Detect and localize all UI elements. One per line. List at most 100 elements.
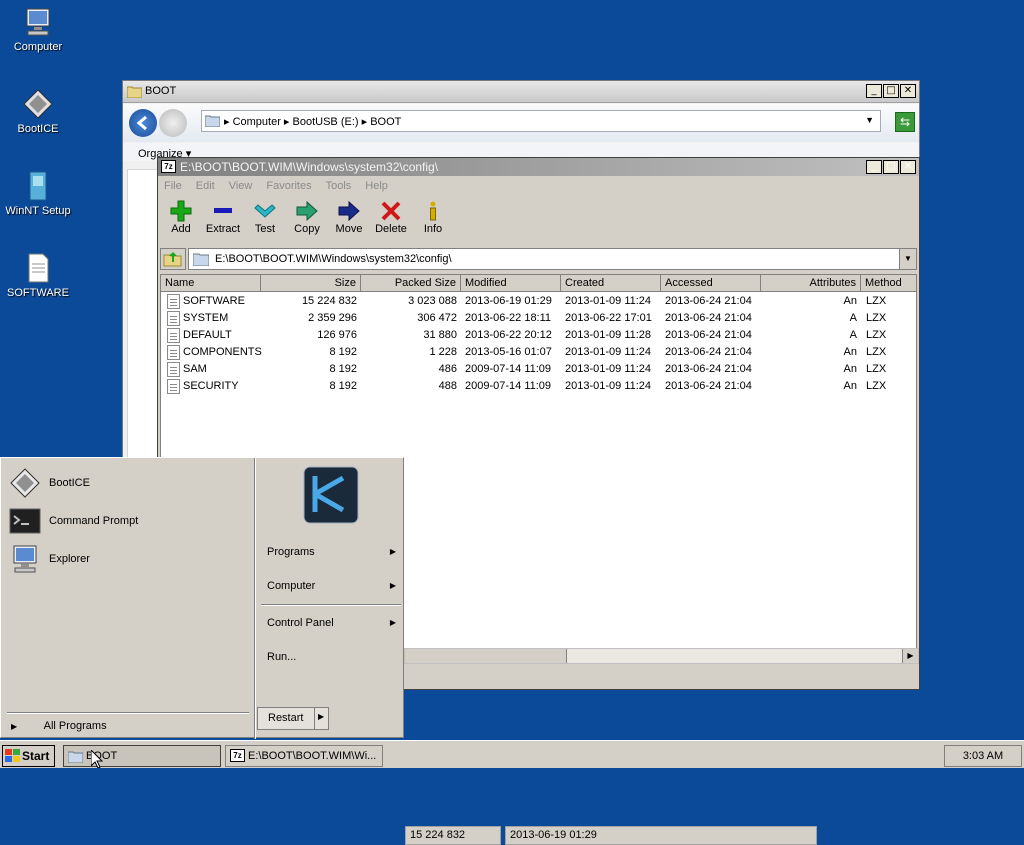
cell-packed: 3 023 088 [408, 295, 457, 307]
breadcrumb-item[interactable]: BootUSB (E:) [293, 116, 359, 128]
cell-attributes: An [843, 363, 857, 375]
column-header-attributes[interactable]: Attributes [761, 275, 861, 292]
sevenzip-toolbar: Add Extract Test Copy Move Delete Info [158, 198, 919, 242]
desktop-icon-bootice[interactable]: BootICE [0, 88, 76, 135]
start-item-programs[interactable]: Programs ▶ [267, 542, 402, 562]
cell-accessed: 2013-06-24 21:04 [665, 380, 752, 392]
add-label: Add [171, 223, 191, 235]
desktop-icon-label: BootICE [17, 123, 59, 135]
taskbar-button-boot[interactable]: BOOT [63, 745, 221, 767]
cell-modified: 2009-07-14 11:09 [465, 380, 552, 392]
cell-name: SYSTEM [183, 312, 229, 324]
extract-button[interactable]: Extract [202, 198, 244, 242]
cell-created: 2013-01-09 11:28 [565, 329, 652, 341]
explorer-address-bar[interactable]: ▸ Computer ▸ BootUSB (E:) ▸ BOOT ▼ [201, 110, 881, 132]
start-item-command-prompt[interactable]: Command Prompt [9, 504, 138, 538]
column-header-created[interactable]: Created [561, 275, 661, 292]
divider [254, 458, 256, 739]
cell-size: 8 192 [329, 363, 357, 375]
menu-file[interactable]: File [164, 177, 182, 195]
move-label: Move [335, 223, 363, 235]
sevenzip-path-input[interactable]: E:\BOOT\BOOT.WIM\Windows\system32\config… [188, 248, 917, 270]
maximize-button[interactable]: □ [883, 84, 899, 98]
start-item-control-panel[interactable]: Control Panel ▶ [267, 613, 402, 633]
cell-size: 15 224 832 [301, 295, 357, 307]
explorer-titlebar[interactable]: BOOT _ □ ✕ [123, 81, 919, 103]
chevron-down-icon[interactable]: ▼ [865, 115, 874, 125]
test-button[interactable]: Test [244, 198, 286, 242]
start-button[interactable]: Start [2, 745, 55, 767]
menu-favorites[interactable]: Favorites [266, 177, 311, 195]
desktop-icon-computer[interactable]: Computer [0, 6, 76, 53]
taskbar-button-sevenzip[interactable]: 7z E:\BOOT\BOOT.WIM\Wi... [225, 745, 383, 767]
column-header-name[interactable]: Name [161, 275, 261, 292]
cell-method: LZX [866, 380, 887, 392]
maximize-button[interactable]: □ [883, 160, 899, 174]
close-button[interactable]: ✕ [900, 84, 916, 98]
start-menu-right: Programs ▶ Computer ▶ Control Panel ▶ Ru… [257, 458, 404, 739]
delete-button[interactable]: Delete [370, 198, 412, 242]
delete-label: Delete [375, 223, 407, 235]
info-button[interactable]: Info [412, 198, 454, 242]
scroll-right-button[interactable]: ▶ [902, 649, 918, 663]
column-header-method[interactable]: Method [861, 275, 916, 292]
chevron-right-icon[interactable]: ▶ [318, 712, 324, 721]
sevenzip-titlebar[interactable]: 7z E:\BOOT\BOOT.WIM\Windows\system32\con… [158, 158, 919, 176]
copy-button[interactable]: Copy [286, 198, 328, 242]
refresh-button[interactable]: ⇆ [895, 112, 915, 132]
menu-tools[interactable]: Tools [326, 177, 352, 195]
column-header-modified[interactable]: Modified [461, 275, 561, 292]
cell-method: LZX [866, 329, 887, 341]
system-tray-clock[interactable]: 3:03 AM [944, 745, 1022, 767]
horizontal-scrollbar[interactable]: ▶ [404, 648, 919, 664]
file-icon [167, 311, 180, 326]
forward-button[interactable] [159, 109, 187, 137]
table-row[interactable]: DEFAULT 126 976 31 880 2013-06-22 20:12 2013… [161, 327, 916, 344]
status-date: 2013-06-19 01:29 [505, 826, 817, 845]
extract-label: Extract [205, 223, 241, 235]
back-arrow-icon [136, 115, 147, 131]
chevron-right-icon: ▶ [389, 618, 396, 627]
path-dropdown-button[interactable]: ▼ [899, 249, 916, 269]
move-arrow-icon [338, 200, 360, 222]
table-row[interactable]: COMPONENTS 8 192 1 228 2013-05-16 01:07 2013… [161, 344, 916, 361]
cell-method: LZX [866, 363, 887, 375]
add-button[interactable]: Add [160, 198, 202, 242]
minimize-button[interactable]: _ [866, 84, 882, 98]
table-row[interactable]: SYSTEM 2 359 296 306 472 2013-06-22 18:11 20… [161, 310, 916, 327]
desktop-icon-winnt-setup[interactable]: WinNT Setup [0, 170, 76, 217]
menu-help[interactable]: Help [365, 177, 388, 195]
sevenzip-address-row: E:\BOOT\BOOT.WIM\Windows\system32\config… [160, 248, 917, 270]
breadcrumb-item[interactable]: BOOT [370, 116, 401, 128]
bootice-icon [23, 89, 53, 119]
close-button[interactable]: ✕ [900, 160, 916, 174]
column-header-size[interactable]: Size [261, 275, 361, 292]
table-row[interactable]: SOFTWARE 15 224 832 3 023 088 2013-06-19 01… [161, 293, 916, 310]
start-item-label: Computer [267, 580, 316, 592]
start-item-bootice[interactable]: BootICE [9, 466, 90, 500]
column-header-accessed[interactable]: Accessed [661, 275, 761, 292]
menu-view[interactable]: View [229, 177, 253, 195]
path-text: E:\BOOT\BOOT.WIM\Windows\system32\config… [215, 253, 452, 265]
desktop-icon-software[interactable]: SOFTWARE [0, 252, 76, 299]
breadcrumb-item[interactable]: Computer [233, 116, 281, 128]
start-item-label: Programs [267, 546, 315, 558]
start-item-run[interactable]: Run... [267, 647, 402, 667]
up-folder-button[interactable] [160, 248, 186, 270]
restart-button[interactable]: Restart ▶ [257, 707, 329, 730]
table-row[interactable]: SECURITY 8 192 488 2009-07-14 11:09 2013-01-… [161, 378, 916, 395]
scrollbar-thumb[interactable] [405, 649, 567, 663]
column-header-packed-size[interactable]: Packed Size [361, 275, 461, 292]
move-button[interactable]: Move [328, 198, 370, 242]
menu-edit[interactable]: Edit [196, 177, 215, 195]
windows-logo-icon [5, 749, 20, 762]
all-programs-button[interactable]: ▶ All Programs [11, 720, 107, 732]
cell-name: DEFAULT [183, 329, 232, 341]
start-item-computer[interactable]: Computer ▶ [267, 576, 402, 596]
back-button[interactable] [129, 109, 157, 137]
start-item-label: Explorer [49, 553, 90, 565]
info-icon [430, 201, 436, 221]
start-item-explorer[interactable]: Explorer [9, 542, 90, 576]
table-row[interactable]: SAM 8 192 486 2009-07-14 11:09 2013-01-09 11… [161, 361, 916, 378]
minimize-button[interactable]: _ [866, 160, 882, 174]
